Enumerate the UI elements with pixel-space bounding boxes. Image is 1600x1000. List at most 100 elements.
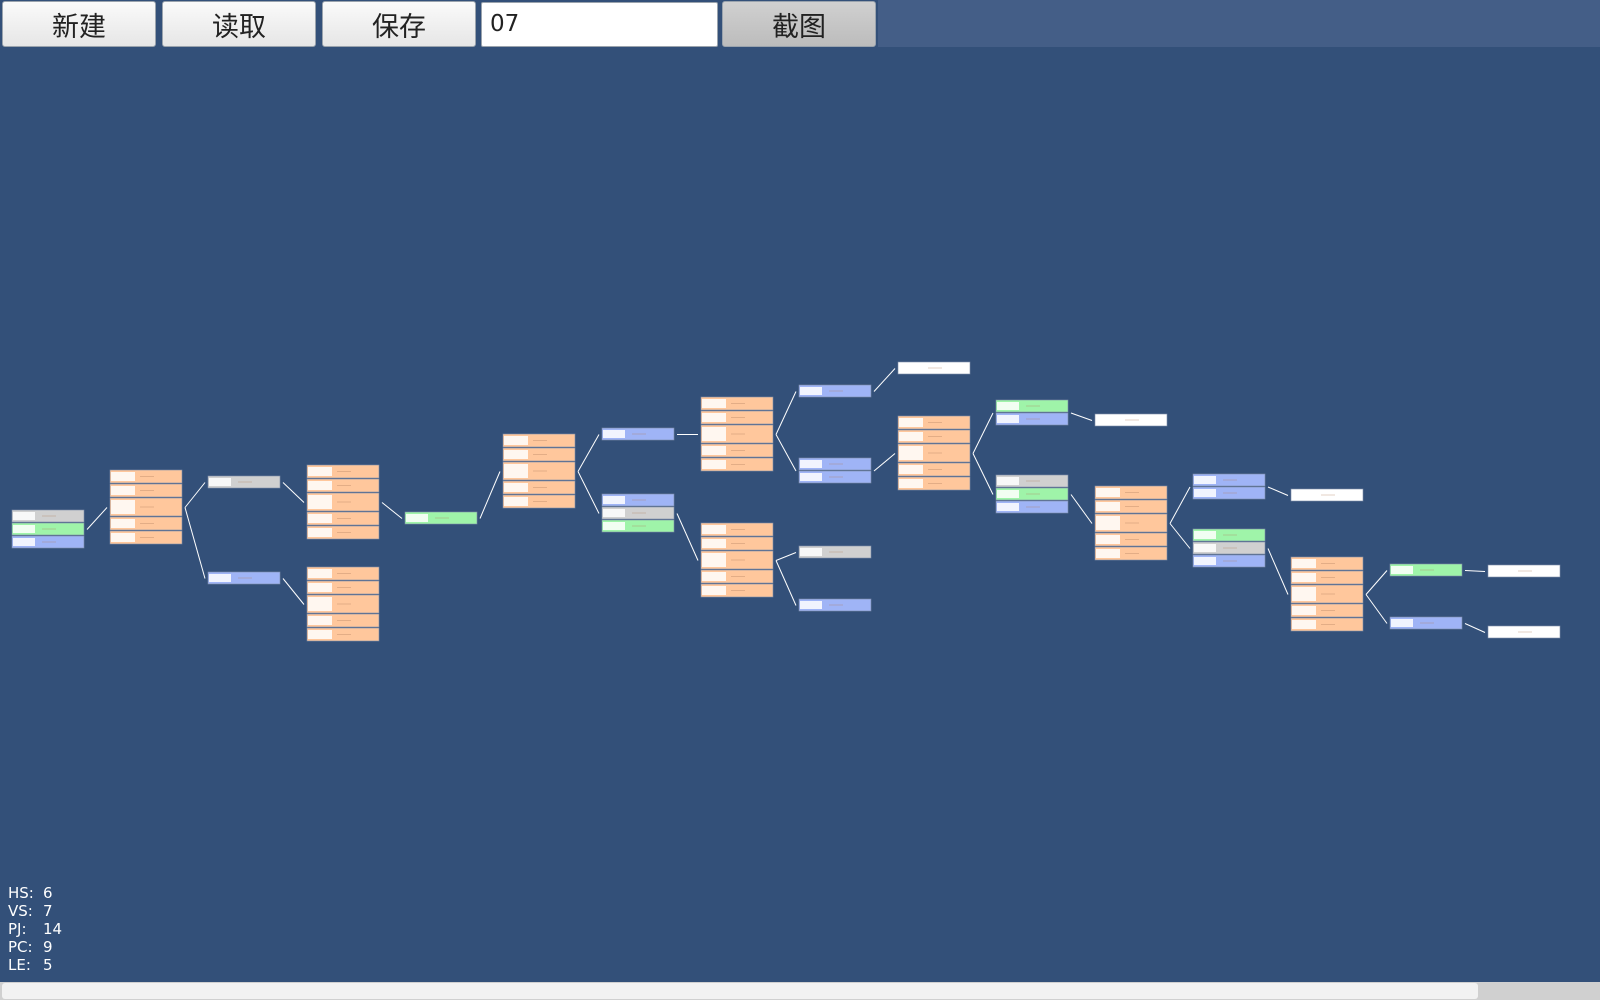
graph-node[interactable]	[1094, 485, 1168, 561]
stats-panel: HS: 6 VS: 7 PJ: 14 PC: 9 LE: 5	[8, 884, 62, 974]
graph-node[interactable]	[995, 474, 1069, 514]
node-row-tag	[13, 538, 35, 546]
node-row-tag	[308, 616, 332, 625]
graph-edges	[86, 368, 1486, 633]
graph-node[interactable]	[1290, 556, 1364, 632]
graph-node[interactable]	[601, 427, 675, 441]
graph-edge	[1365, 594, 1388, 624]
graph-edge	[1169, 486, 1191, 524]
node-row-tag	[800, 548, 822, 556]
node-row-tag	[603, 509, 625, 517]
graph-node[interactable]	[700, 522, 774, 598]
graph-node[interactable]	[1487, 564, 1561, 578]
node-row-tag	[1391, 566, 1413, 574]
node-row-tag	[899, 432, 923, 441]
graph-node[interactable]	[995, 399, 1069, 426]
node-row-tag	[899, 479, 923, 488]
graph-node[interactable]	[897, 361, 971, 375]
graph-canvas[interactable]	[0, 0, 1600, 1000]
node-row-tag	[899, 364, 921, 372]
node-row-tag	[1292, 559, 1316, 568]
graph-node[interactable]	[11, 509, 85, 549]
node-row-tag	[1292, 491, 1314, 499]
node-row-tag	[1096, 535, 1120, 544]
node-row-tag	[1194, 531, 1216, 539]
graph-node[interactable]	[700, 396, 774, 472]
node-row-tag	[1194, 557, 1216, 565]
graph-node[interactable]	[1192, 528, 1266, 568]
node-row-tag	[800, 601, 822, 609]
graph-node[interactable]	[897, 415, 971, 491]
node-row-tag	[504, 450, 528, 459]
stat-le: LE: 5	[8, 956, 53, 974]
graph-node[interactable]	[798, 384, 872, 398]
stat-hs: HS: 6	[8, 884, 53, 902]
graph-node[interactable]	[798, 545, 872, 559]
graph-edge	[676, 513, 699, 561]
node-row-tag	[899, 418, 923, 427]
graph-node[interactable]	[1389, 563, 1463, 577]
node-row-tag	[1292, 573, 1316, 582]
node-row-tag	[111, 486, 135, 495]
node-row-tag	[702, 413, 726, 422]
node-row-tag	[702, 460, 726, 469]
graph-node[interactable]	[207, 571, 281, 585]
graph-node[interactable]	[601, 493, 675, 533]
graph-edge	[184, 482, 206, 508]
node-row-tag	[997, 402, 1019, 410]
node-row-tag	[111, 500, 135, 514]
node-row-tag	[997, 415, 1019, 423]
graph-node[interactable]	[306, 566, 380, 642]
graph-edge	[972, 453, 994, 495]
node-row-tag	[702, 446, 726, 455]
node-row-tag	[702, 553, 726, 567]
graph-node[interactable]	[1290, 488, 1364, 502]
graph-edge	[1464, 570, 1486, 572]
horizontal-scrollbar[interactable]	[0, 982, 1600, 1000]
graph-node[interactable]	[1094, 413, 1168, 427]
graph-node[interactable]	[798, 598, 872, 612]
graph-nodes	[11, 361, 1561, 642]
node-row-tag	[13, 525, 35, 533]
graph-edge	[282, 578, 305, 605]
scrollbar-thumb[interactable]	[2, 983, 1478, 999]
node-row-tag	[1489, 628, 1511, 636]
graph-node[interactable]	[404, 511, 478, 525]
graph-node[interactable]	[1192, 473, 1266, 500]
graph-node[interactable]	[207, 475, 281, 489]
node-row-tag	[209, 478, 231, 486]
node-row-tag	[1096, 488, 1120, 497]
node-row-tag	[1096, 516, 1120, 530]
graph-edge	[86, 507, 108, 530]
node-row-tag	[1096, 502, 1120, 511]
graph-node[interactable]	[109, 469, 183, 545]
node-row-tag	[111, 533, 135, 542]
graph-edge	[1267, 548, 1289, 595]
node-row-tag	[308, 514, 332, 523]
graph-node[interactable]	[306, 464, 380, 540]
node-row-tag	[899, 446, 923, 460]
graph-node[interactable]	[798, 457, 872, 484]
node-row-tag	[308, 481, 332, 490]
stat-pj: PJ: 14	[8, 920, 63, 938]
graph-edge	[1070, 494, 1093, 524]
node-row-tag	[308, 569, 332, 578]
graph-edge	[381, 502, 403, 519]
node-row-tag	[800, 460, 822, 468]
node-row-tag	[308, 528, 332, 537]
graph-edge	[184, 507, 206, 579]
graph-edge	[873, 368, 896, 392]
node-row-tag	[504, 483, 528, 492]
graph-edge	[1464, 623, 1486, 633]
graph-node[interactable]	[502, 433, 576, 509]
graph-node[interactable]	[1389, 616, 1463, 630]
graph-node[interactable]	[1487, 625, 1561, 639]
node-row-tag	[603, 522, 625, 530]
node-row-tag	[1096, 549, 1120, 558]
graph-edge	[775, 552, 797, 561]
graph-edge	[282, 482, 305, 503]
stat-vs: VS: 7	[8, 902, 53, 920]
graph-edge	[972, 412, 994, 454]
stat-pc: PC: 9	[8, 938, 53, 956]
graph-edge	[775, 560, 797, 606]
